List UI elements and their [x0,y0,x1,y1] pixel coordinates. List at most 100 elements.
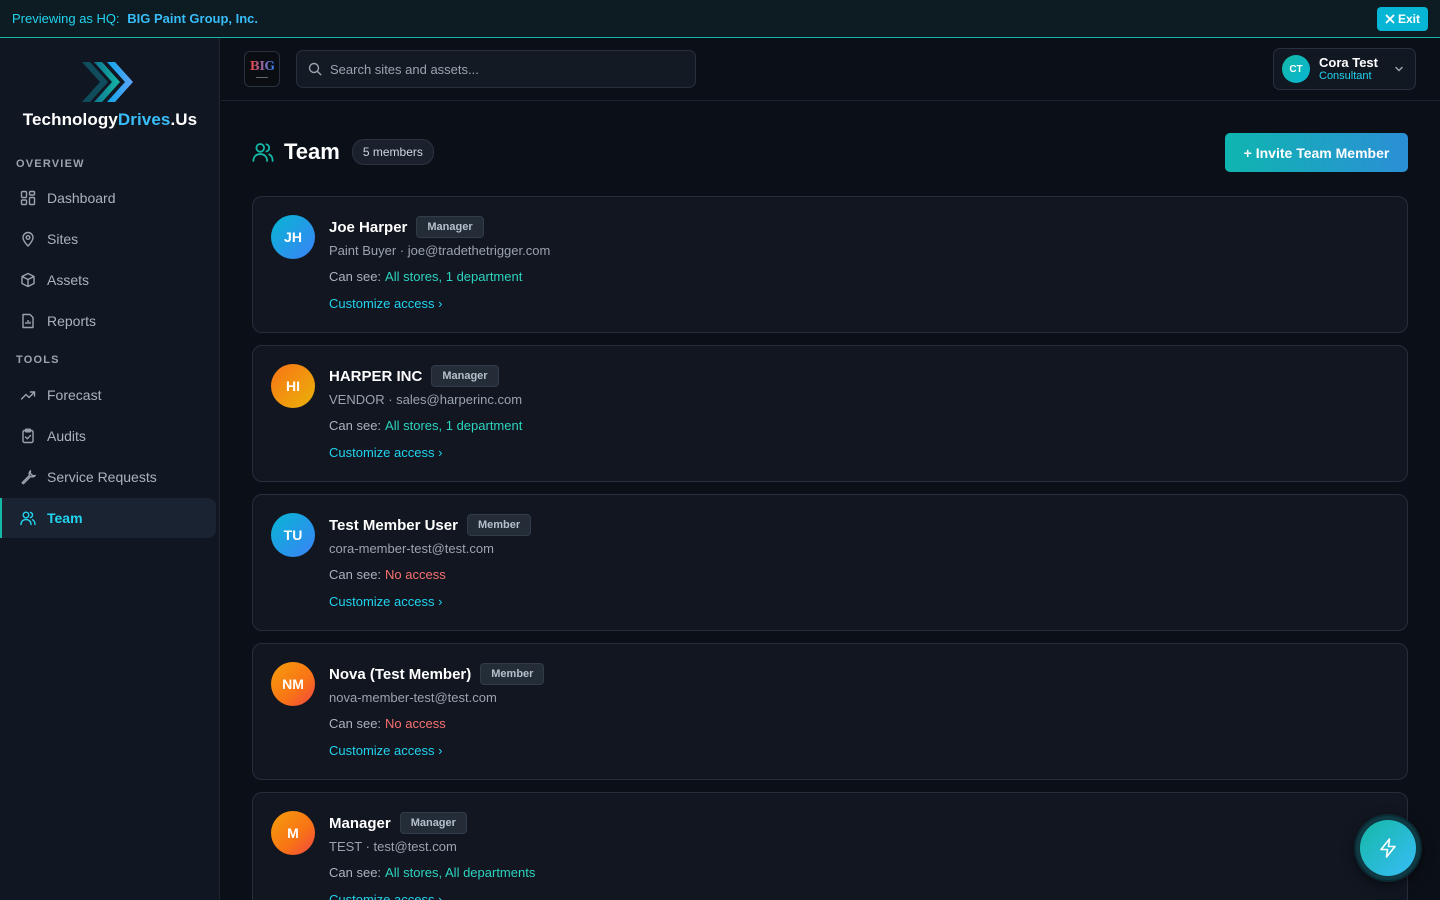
preview-banner-text: Previewing as HQ: BIG Paint Group, Inc. [12,11,258,26]
role-badge: Manager [399,812,467,834]
member-card: NM Nova (Test Member) Member nova-member… [252,643,1408,780]
member-subtitle: cora-member-test@test.com [329,541,494,556]
role-badge: Manager [431,365,499,387]
avatar: TU [271,513,315,557]
member-name: Nova (Test Member) [329,665,472,683]
map-pin-icon [22,231,34,247]
can-see-label: Can see: [329,567,382,582]
customize-access-link[interactable]: Customize access › [329,741,544,761]
sidebar: TechnologyDrives.Us OVERVIEW Dashboard S… [0,38,220,900]
member-access: Can see: All stores, 1 department [329,267,550,287]
user-name: Cora Test [1319,54,1378,70]
search-icon [308,62,322,76]
tools-section-label: TOOLS [16,354,60,366]
sidebar-item-team[interactable]: Team [0,498,216,538]
avatar: HI [271,364,315,408]
brand-name-part3: .Us [170,110,198,129]
member-card: JH Joe Harper Manager Paint Buyer · joe@… [252,196,1408,333]
users-icon [252,143,274,162]
file-report-icon [22,313,34,329]
box-icon [21,272,35,288]
avatar: NM [271,662,315,706]
customize-access-link[interactable]: Customize access › [329,592,531,612]
avatar: M [271,811,315,855]
member-access: Can see: No access [329,565,531,585]
sidebar-item-label: Audits [47,428,86,444]
member-subtitle: TEST · test@test.com [329,839,457,854]
member-card: TU Test Member User Member cora-member-t… [252,494,1408,631]
sidebar-item-reports[interactable]: Reports [2,301,218,341]
can-see-label: Can see: [329,716,382,731]
brand-name-part1: Technology [22,110,118,129]
sidebar-item-sites[interactable]: Sites [2,219,218,259]
sidebar-item-label: Sites [47,231,79,247]
member-name: Test Member User [329,516,458,534]
overview-section-label: OVERVIEW [16,158,85,170]
org-logo-text: BIG [249,59,275,73]
lightning-icon [1380,838,1396,858]
brand-logo[interactable]: TechnologyDrives.Us [0,60,220,130]
page-title: Team [284,139,340,164]
sidebar-item-dashboard[interactable]: Dashboard [2,178,218,218]
users-icon [20,511,36,526]
can-see-label: Can see: [329,418,382,433]
quick-action-button-inner [1360,820,1416,876]
member-name: HARPER INC [329,367,423,385]
access-value: All stores, All departments [385,865,536,880]
role-badge: Member [480,663,545,685]
sidebar-item-forecast[interactable]: Forecast [2,375,218,415]
clipboard-check-icon [22,428,34,444]
role-badge: Manager [416,216,484,238]
exit-preview-button[interactable]: Exit [1376,6,1428,31]
search-input[interactable] [330,61,670,77]
member-name: Manager [329,814,391,832]
customize-access-link[interactable]: Customize access › [329,890,535,900]
sidebar-item-label: Service Requests [47,469,157,485]
chevron-down-icon [1395,66,1403,72]
avatar: CT [1282,55,1310,83]
sidebar-item-label: Reports [47,313,97,329]
member-card: HI HARPER INC Manager VENDOR · sales@har… [252,345,1408,482]
dashboard-grid-icon [20,190,36,206]
member-card: M Manager Manager TEST · test@test.com C… [252,792,1408,900]
member-name: Joe Harper [329,218,408,236]
member-access: Can see: All stores, 1 department [329,416,522,436]
sidebar-item-label: Dashboard [47,190,116,206]
member-count-badge: 5 members [351,139,434,165]
sidebar-item-service-requests[interactable]: Service Requests [2,457,218,497]
sidebar-item-label: Team [47,510,83,526]
sidebar-item-assets[interactable]: Assets [2,260,218,300]
quick-action-button[interactable] [1356,816,1420,880]
sidebar-item-audits[interactable]: Audits [2,416,218,456]
can-see-label: Can see: [329,865,382,880]
brand-name-part2: Drives [117,110,171,129]
avatar: JH [271,215,315,259]
preview-prefix: Previewing as HQ: [12,11,120,26]
sidebar-item-label: Assets [47,272,90,288]
access-value: No access [385,716,446,731]
sidebar-item-label: Forecast [47,387,102,403]
user-menu[interactable]: CT Cora Test Consultant [1273,48,1416,90]
access-value: All stores, 1 department [385,269,523,284]
search-bar[interactable] [296,50,696,88]
top-bar: BIG ▬▬▬▬ CT Cora Test Consultant [221,38,1440,101]
invite-team-member-button[interactable]: + Invite Team Member [1225,133,1408,172]
member-access: Can see: No access [329,714,544,734]
user-role: Consultant [1319,69,1372,82]
member-subtitle: VENDOR · sales@harperinc.com [329,392,523,407]
brand-name: TechnologyDrives.Us [0,110,220,130]
customize-access-link[interactable]: Customize access › [329,294,550,314]
close-icon [1385,14,1395,23]
trend-up-icon [20,391,36,400]
role-badge: Member [466,514,532,536]
exit-label: Exit [1397,11,1420,26]
org-logo[interactable]: BIG ▬▬▬▬ [244,51,280,87]
access-value: All stores, 1 department [385,418,523,433]
page-header: Team 5 members [252,139,434,165]
wrench-icon [21,470,36,485]
access-value: No access [385,567,446,582]
user-meta: Cora Test Consultant [1319,54,1378,83]
customize-access-link[interactable]: Customize access › [329,443,522,463]
preview-banner: Previewing as HQ: BIG Paint Group, Inc. … [0,0,1440,38]
org-logo-subline: ▬▬▬▬ [256,75,268,79]
